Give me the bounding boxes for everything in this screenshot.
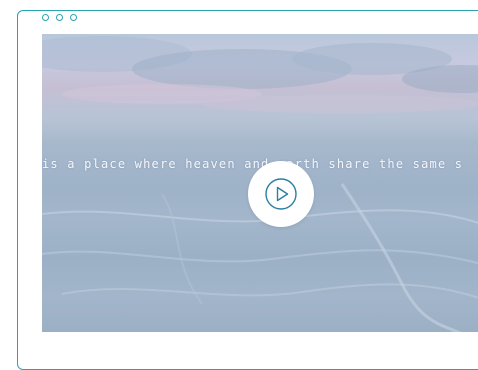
- window-controls: [42, 14, 77, 21]
- sky-clouds: [42, 36, 478, 113]
- play-icon: [265, 178, 297, 210]
- window-dot-3[interactable]: [70, 14, 77, 21]
- window-frame: is a place where heaven and earth share …: [17, 10, 478, 370]
- window-dot-1[interactable]: [42, 14, 49, 21]
- play-button[interactable]: [248, 161, 314, 227]
- video-player[interactable]: is a place where heaven and earth share …: [42, 34, 478, 332]
- window-dot-2[interactable]: [56, 14, 63, 21]
